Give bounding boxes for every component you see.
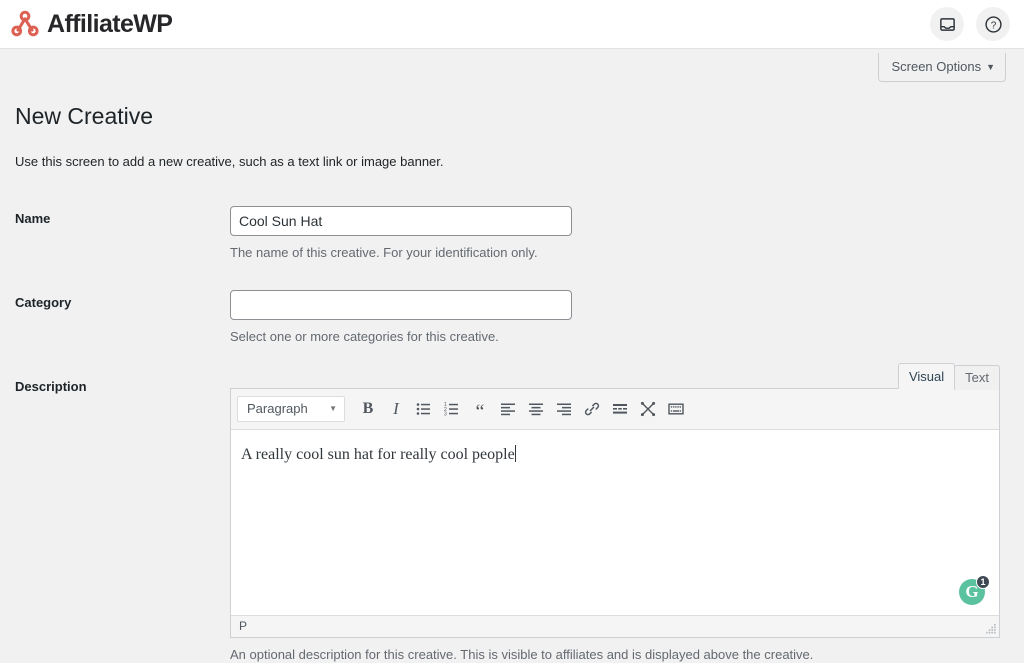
- editor-content-area[interactable]: A really cool sun hat for really cool pe…: [231, 429, 999, 615]
- tab-visual[interactable]: Visual: [897, 362, 956, 389]
- bulleted-list-button[interactable]: [411, 396, 437, 422]
- align-center-button[interactable]: [523, 396, 549, 422]
- category-field-label: Category: [15, 294, 72, 310]
- help-button[interactable]: ?: [976, 7, 1010, 41]
- editor-body-text: A really cool sun hat for really cool pe…: [241, 445, 515, 463]
- editor-resize-handle[interactable]: [985, 623, 997, 635]
- tab-text[interactable]: Text: [954, 364, 1000, 390]
- blockquote-button[interactable]: “: [467, 396, 493, 422]
- page-subtitle: Use this screen to add a new creative, s…: [15, 153, 444, 169]
- screen-options-tab[interactable]: Screen Options ▼: [878, 53, 1006, 82]
- name-field-label: Name: [15, 210, 51, 226]
- editor-mode-tabs: Visual Text: [230, 362, 1000, 390]
- page-title: New Creative: [15, 103, 154, 129]
- brand-logo[interactable]: AffiliateWP: [10, 9, 173, 39]
- svg-text:3: 3: [444, 411, 447, 417]
- description-field-label: Description: [15, 378, 87, 394]
- insert-read-more-icon: [613, 403, 627, 414]
- toolbar-toggle-button[interactable]: [663, 396, 689, 422]
- grammarly-suggestion-count: 1: [976, 574, 990, 589]
- page-wrap: New Creative Use this screen to add a ne…: [0, 93, 1024, 662]
- align-left-icon: [501, 403, 515, 416]
- chevron-down-icon: ▼: [986, 62, 995, 72]
- header-actions: ?: [930, 7, 1010, 41]
- category-input[interactable]: [230, 289, 572, 320]
- inbox-button[interactable]: [930, 7, 964, 41]
- category-field-cell: Select one or more categories for this c…: [230, 275, 1006, 359]
- screen-options-label: Screen Options: [891, 59, 982, 74]
- editor-toolbar: Paragraph ▼ B I 1 2 3 “: [231, 388, 999, 430]
- tinymce-editor: Visual Text Paragraph ▼ B I 1 2 3 “ A re…: [230, 362, 1000, 638]
- bulleted-list-icon: [416, 403, 430, 415]
- distraction-free-icon: [640, 401, 656, 416]
- form-row-description: Description Visual Text Paragraph ▼ B I …: [15, 359, 1006, 662]
- link-icon: [584, 402, 600, 416]
- numbered-list-button[interactable]: 1 2 3: [439, 396, 465, 422]
- italic-button[interactable]: I: [383, 396, 409, 422]
- editor-element-path: P: [239, 618, 248, 633]
- bold-button[interactable]: B: [355, 396, 381, 422]
- grammarly-badge[interactable]: G 1: [959, 574, 990, 605]
- numbered-list-icon: 1 2 3: [444, 402, 458, 417]
- name-field-cell: The name of this creative. For your iden…: [230, 191, 1006, 275]
- creative-form: Name The name of this creative. For your…: [15, 191, 1006, 662]
- paragraph-format-select[interactable]: Paragraph ▼: [237, 395, 345, 422]
- category-field-help: Select one or more categories for this c…: [230, 328, 499, 344]
- affiliatewp-network-icon: [11, 10, 39, 37]
- question-mark-icon: ?: [984, 15, 1002, 33]
- align-right-icon: [557, 403, 571, 416]
- app-header: AffiliateWP ?: [0, 0, 1024, 49]
- name-input[interactable]: [230, 205, 572, 236]
- keyboard-toolbar-icon: [668, 403, 684, 415]
- editor-statusbar: P: [231, 614, 999, 637]
- svg-text:?: ?: [990, 20, 996, 31]
- description-field-cell: Visual Text Paragraph ▼ B I 1 2 3 “ A re…: [230, 359, 1006, 662]
- format-select-value: Paragraph: [247, 401, 308, 417]
- form-row-category: Category Select one or more categories f…: [15, 275, 1006, 359]
- name-field-help: The name of this creative. For your iden…: [230, 244, 538, 260]
- screen-meta-bar: Screen Options ▼: [0, 49, 1024, 83]
- brand-name: AffiliateWP: [47, 9, 173, 38]
- editor-box: Paragraph ▼ B I 1 2 3 “ A really cool su…: [230, 387, 1000, 638]
- align-center-icon: [529, 403, 543, 416]
- description-field-help: An optional description for this creativ…: [230, 646, 814, 662]
- read-more-button[interactable]: [607, 396, 633, 422]
- insert-link-button[interactable]: [579, 396, 605, 422]
- align-left-button[interactable]: [495, 396, 521, 422]
- align-right-button[interactable]: [551, 396, 577, 422]
- form-row-name: Name The name of this creative. For your…: [15, 191, 1006, 275]
- chevron-down-icon: ▼: [329, 404, 337, 414]
- fullscreen-button[interactable]: [635, 396, 661, 422]
- inbox-icon: [939, 17, 955, 31]
